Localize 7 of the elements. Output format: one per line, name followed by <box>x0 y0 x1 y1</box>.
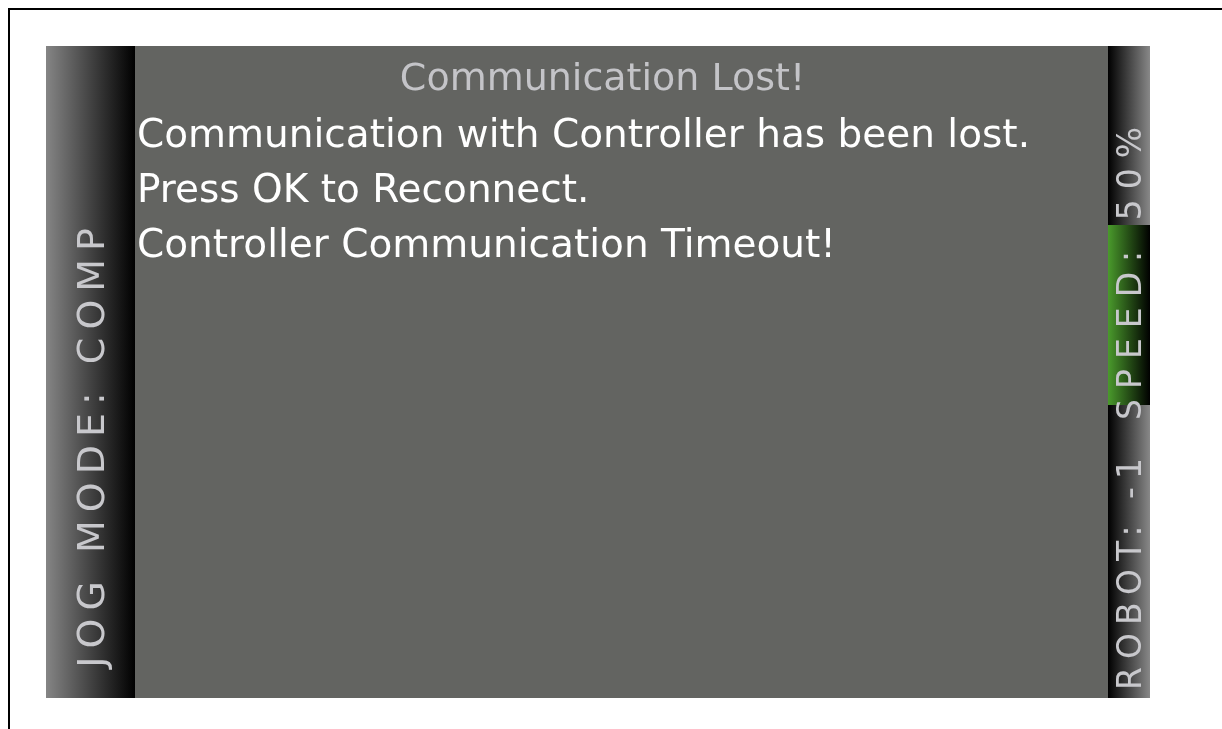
message-line: Controller Communication Timeout! <box>137 220 837 268</box>
speed-label: SPEED: 50% <box>1112 117 1146 420</box>
dialog-title: Communication Lost! <box>398 54 807 101</box>
message-line: Press OK to Reconnect. <box>137 165 591 213</box>
robot-label: ROBOT: -1 <box>1112 450 1146 690</box>
jog-mode-label: JOG MODE: COMP <box>71 220 110 668</box>
message-line: Communication with Controller has been lost. <box>137 110 1032 158</box>
